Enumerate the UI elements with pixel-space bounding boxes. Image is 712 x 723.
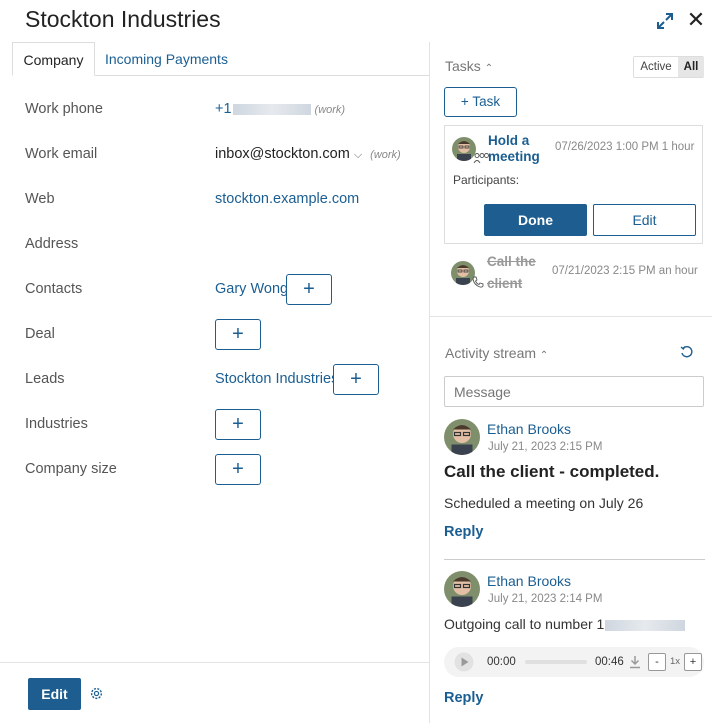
reply-link[interactable]: Reply xyxy=(444,524,484,540)
field-leads: Leads Stockton Industries + xyxy=(25,359,415,399)
activity-date: July 21, 2023 2:14 PM xyxy=(488,593,603,605)
redacted-number xyxy=(232,103,311,115)
chevron-up-icon: ⌃ xyxy=(484,63,494,74)
chevron-up-icon: ⌃ xyxy=(539,350,549,361)
redacted-number xyxy=(605,619,686,631)
audio-player: 00:00 00:46 - 1x + xyxy=(444,647,704,677)
playback-speed: 1x xyxy=(670,656,681,667)
done-button[interactable]: Done xyxy=(484,204,587,236)
speed-increase-button[interactable]: + xyxy=(684,653,702,671)
activity-date: July 21, 2023 2:15 PM xyxy=(488,441,603,453)
participants-label: Participants: xyxy=(453,173,520,187)
filter-all-button[interactable]: All xyxy=(678,57,704,77)
field-label: Work phone xyxy=(25,101,103,117)
phone-icon xyxy=(472,276,484,288)
audio-progress-track[interactable] xyxy=(525,660,587,664)
work-phone-value[interactable]: +1 (work) xyxy=(215,89,345,130)
field-work-phone: Work phone +1 (work) xyxy=(25,89,415,129)
expand-icon[interactable] xyxy=(655,11,675,31)
task-filter-toggle: Active All xyxy=(633,56,704,78)
activity-headline: Call the client - completed. xyxy=(444,462,660,481)
email-type-tag: (work) xyxy=(370,149,401,161)
avatar xyxy=(444,571,480,607)
add-industry-button[interactable]: + xyxy=(215,409,261,440)
completed-task-title[interactable]: Call the client xyxy=(487,251,547,295)
current-time: 00:00 xyxy=(487,656,516,668)
task-datetime: 07/26/2023 1:00 PM 1 hour xyxy=(555,141,695,153)
tasks-header[interactable]: Tasks ⌃ xyxy=(445,58,493,74)
field-label: Work email xyxy=(25,146,98,162)
field-contacts: Contacts Gary Wong + xyxy=(25,269,415,309)
add-lead-button[interactable]: + xyxy=(333,364,379,395)
refresh-icon[interactable] xyxy=(680,345,694,359)
tab-bar: Company Incoming Payments xyxy=(12,42,429,76)
total-time: 00:46 xyxy=(595,656,624,668)
filter-active-button[interactable]: Active xyxy=(634,57,678,77)
speed-decrease-button[interactable]: - xyxy=(648,653,666,671)
field-label: Web xyxy=(25,191,55,207)
tab-company[interactable]: Company xyxy=(12,42,95,76)
work-email-value[interactable]: inbox@stockton.com ⌵ (work) xyxy=(215,134,401,175)
chevron-down-icon[interactable]: ⌵ xyxy=(354,149,362,161)
page-title: Stockton Industries xyxy=(25,6,221,32)
avatar xyxy=(444,419,480,455)
author-link[interactable]: Ethan Brooks xyxy=(487,573,571,589)
close-icon[interactable]: ✕ xyxy=(685,9,707,31)
download-icon[interactable] xyxy=(629,655,641,669)
meeting-icon xyxy=(473,153,489,164)
reply-link[interactable]: Reply xyxy=(444,690,484,706)
activity-text: Outgoing call to number 1 xyxy=(444,616,686,632)
field-label: Deal xyxy=(25,326,55,342)
field-company-size: Company size + xyxy=(25,449,415,489)
add-contact-button[interactable]: + xyxy=(286,274,332,305)
company-details-panel: Company Incoming Payments Work phone +1(… xyxy=(0,42,429,723)
field-web: Web stockton.example.com xyxy=(25,179,415,219)
author-link[interactable]: Ethan Brooks xyxy=(487,421,571,437)
field-industries: Industries + xyxy=(25,404,415,444)
message-input[interactable] xyxy=(444,376,704,407)
field-label: Contacts xyxy=(25,281,83,297)
field-label: Address xyxy=(25,236,79,252)
tab-incoming-payments[interactable]: Incoming Payments xyxy=(105,42,228,76)
activity-text: Scheduled a meeting on July 26 xyxy=(444,495,644,511)
section-divider xyxy=(430,316,712,317)
add-deal-button[interactable]: + xyxy=(215,319,261,350)
field-label: Leads xyxy=(25,371,65,387)
panel-footer: Edit xyxy=(0,662,429,723)
completed-task-datetime: 07/21/2023 2:15 PM an hour xyxy=(552,265,698,277)
task-title-link[interactable]: Hold a meeting xyxy=(488,133,558,165)
web-link[interactable]: stockton.example.com xyxy=(215,179,359,219)
field-label: Company size xyxy=(25,461,117,477)
add-company-size-button[interactable]: + xyxy=(215,454,261,485)
field-work-email: Work email inbox@stockton.com ⌵ (work) xyxy=(25,134,415,174)
field-deal: Deal + xyxy=(25,314,415,354)
add-task-button[interactable]: + Task xyxy=(444,87,517,117)
activity-divider xyxy=(444,559,705,560)
field-address: Address xyxy=(25,224,415,264)
side-panel: Tasks ⌃ Active All + Task Hold a meeting… xyxy=(430,42,712,723)
task-card: Hold a meeting 07/26/2023 1:00 PM 1 hour… xyxy=(444,125,703,244)
activity-stream-header[interactable]: Activity stream ⌃ xyxy=(445,345,548,361)
card-header: Stockton Industries ✕ xyxy=(0,0,712,42)
lead-link[interactable]: Stockton Industries xyxy=(215,359,338,399)
contact-link[interactable]: Gary Wong xyxy=(215,269,288,309)
phone-type-tag: (work) xyxy=(314,104,346,116)
gear-icon[interactable] xyxy=(89,686,104,701)
task-edit-button[interactable]: Edit xyxy=(593,204,696,236)
field-label: Industries xyxy=(25,416,88,432)
edit-button[interactable]: Edit xyxy=(28,678,81,710)
play-icon[interactable] xyxy=(454,652,474,672)
